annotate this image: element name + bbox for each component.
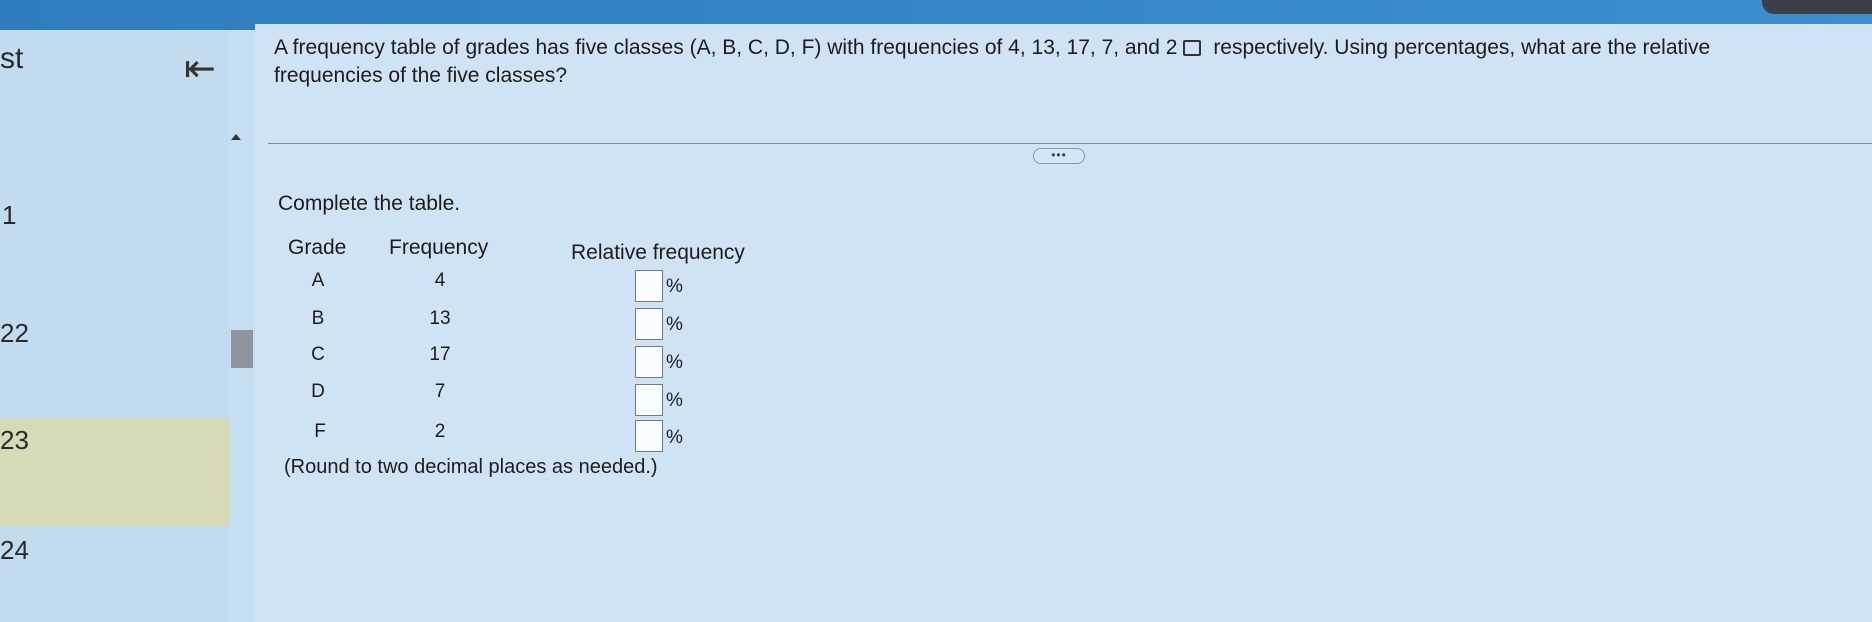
top-bar-corner (1762, 0, 1872, 14)
grade-cell: D (311, 381, 325, 402)
frequency-cell: 7 (434, 381, 446, 402)
frequency-cell: 4 (434, 270, 446, 291)
relative-frequency-input-c[interactable] (635, 346, 663, 378)
grade-cell: F (314, 421, 326, 442)
header-frequency: Frequency (389, 236, 489, 259)
scroll-up-arrow-icon[interactable] (231, 134, 241, 140)
frequency-cell: 13 (429, 308, 451, 329)
header-relative-frequency: Relative frequency (571, 241, 745, 264)
sidebar-item-24[interactable]: 24 (0, 535, 29, 566)
relative-frequency-input-a[interactable] (635, 270, 663, 302)
collapse-sidebar-icon[interactable]: ⇤ (184, 50, 216, 88)
question-text: A frequency table of grades has five cla… (274, 34, 1804, 90)
relative-frequency-input-f[interactable] (635, 420, 663, 452)
percent-sign: % (666, 314, 683, 335)
percent-sign: % (666, 276, 683, 297)
section-divider (268, 143, 1872, 144)
sidebar-item-22[interactable]: 22 (0, 318, 29, 349)
header-grade: Grade (288, 236, 347, 259)
question-text-part1: A frequency table of grades has five cla… (274, 36, 1178, 59)
sidebar-item-1[interactable]: 1 (2, 200, 16, 231)
frequency-cell: 2 (434, 421, 446, 442)
relative-frequency-input-d[interactable] (635, 384, 663, 416)
grade-cell: C (311, 344, 325, 365)
grade-cell: A (311, 270, 325, 291)
percent-sign: % (666, 352, 683, 373)
more-options-button[interactable]: ••• (1033, 148, 1085, 164)
frequency-cell: 17 (429, 344, 451, 365)
sidebar-item-23[interactable]: 23 (0, 425, 29, 456)
relative-frequency-input-b[interactable] (635, 308, 663, 340)
scrollbar-thumb[interactable] (231, 330, 253, 368)
question-sidebar: st 1 22 23 24 (0, 30, 230, 622)
sidebar-item-23-highlight[interactable] (0, 418, 229, 526)
rounding-note: (Round to two decimal places as needed.) (284, 456, 658, 478)
question-panel (255, 24, 1872, 622)
grade-cell: B (311, 308, 325, 329)
sidebar-title: st (0, 42, 24, 75)
percent-sign: % (666, 427, 683, 448)
instruction-text: Complete the table. (278, 192, 461, 215)
data-table-icon[interactable] (1183, 40, 1202, 57)
percent-sign: % (666, 390, 683, 411)
